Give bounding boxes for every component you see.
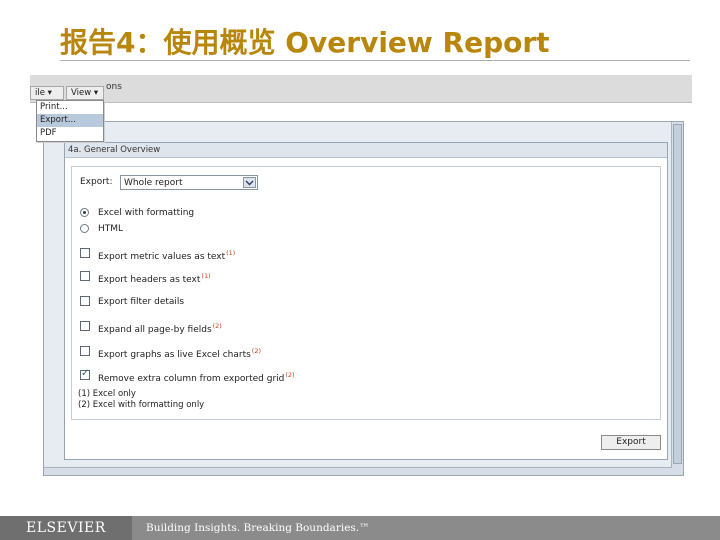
checkbox-expand-page-by-label: Expand all page-by fields(2) [98, 322, 222, 335]
checkbox-headers-text[interactable] [80, 271, 90, 281]
radio-html-label: HTML [98, 224, 124, 234]
footnote-excel-only: (1) Excel only [78, 389, 136, 399]
footer-tagline: Building Insights. Breaking Boundaries.™ [146, 522, 370, 534]
checkbox-metric-text[interactable] [80, 248, 90, 258]
footnote-marker: (2) [251, 347, 262, 355]
export-scope-value: Whole report [124, 178, 183, 188]
radio-html[interactable] [80, 224, 89, 233]
elsevier-logo: ELSEVIER [26, 520, 106, 536]
view-menu-button[interactable]: View ▾ [66, 86, 104, 100]
checkbox-remove-column[interactable] [80, 368, 90, 380]
toolbar-label: ons [106, 82, 122, 92]
option-text: Expand all page-by fields [98, 325, 212, 335]
footnote-marker: (2) [212, 322, 222, 330]
footer-bar: ELSEVIER Building Insights. Breaking Bou… [0, 516, 720, 540]
panel-body: Export: Whole report Excel with formatti… [71, 166, 661, 420]
radio-excel[interactable] [80, 208, 89, 217]
export-scope-label: Export: [80, 177, 113, 187]
report-window: 4a. General Overview Export: Whole repor… [43, 121, 684, 476]
logo-box: ELSEVIER [0, 516, 132, 540]
menu-item-pdf[interactable]: PDF [37, 127, 103, 140]
option-text: Export headers as text [98, 275, 201, 285]
file-menu-dropdown: Print... Export... PDF [36, 100, 104, 142]
checkbox-filter-details-label: Export filter details [98, 297, 184, 307]
horizontal-scrollbar[interactable] [44, 467, 672, 475]
chevron-down-icon[interactable] [243, 177, 256, 188]
option-text: Export metric values as text [98, 252, 226, 262]
option-text: Export filter details [98, 297, 185, 307]
footnote-marker: (1) [201, 272, 211, 280]
checkbox-metric-text-label: Export metric values as text(1) [98, 249, 235, 262]
checkbox-remove-column-label: Remove extra column from exported grid(2… [98, 371, 295, 384]
checkbox-expand-page-by[interactable] [80, 321, 90, 331]
export-scope-select[interactable]: Whole report [120, 175, 258, 190]
toolbar: ons ile ▾ View ▾ [30, 75, 692, 103]
menu-item-export[interactable]: Export... [37, 114, 103, 127]
export-options-panel: 4a. General Overview Export: Whole repor… [64, 142, 668, 460]
panel-header: 4a. General Overview [65, 143, 667, 158]
vertical-scrollbar[interactable] [671, 122, 683, 475]
checkbox-live-charts-label: Export graphs as live Excel charts(2) [98, 347, 261, 360]
footnote-marker: (2) [285, 371, 295, 379]
radio-excel-label: Excel with formatting [98, 208, 195, 218]
option-text: Export graphs as live Excel charts [98, 350, 251, 360]
export-screenshot: ons ile ▾ View ▾ Print... Export... PDF … [30, 75, 692, 477]
checkbox-filter-details[interactable] [80, 296, 90, 306]
title-divider [60, 60, 690, 61]
checkbox-headers-text-label: Export headers as text(1) [98, 272, 211, 285]
footnote-excel-formatting: (2) Excel with formatting only [78, 400, 205, 410]
footnote-marker: (1) [226, 249, 236, 257]
slide-title: 报告4：使用概览 Overview Report [60, 26, 550, 59]
file-menu-button[interactable]: ile ▾ [30, 86, 64, 100]
scroll-thumb[interactable] [673, 124, 682, 464]
menu-item-print[interactable]: Print... [37, 101, 103, 114]
checkbox-live-charts[interactable] [80, 346, 90, 356]
option-text: Remove extra column from exported grid [98, 374, 285, 384]
export-button[interactable]: Export [601, 435, 661, 450]
